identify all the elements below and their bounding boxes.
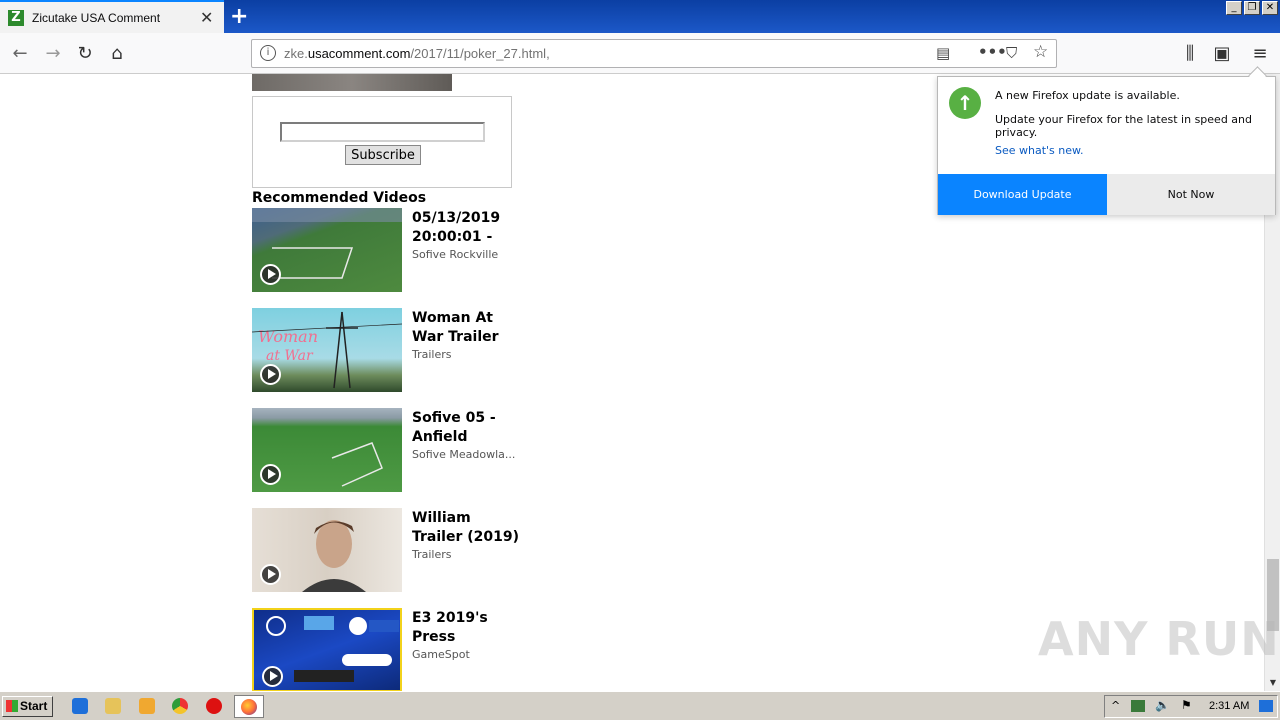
video-item[interactable]: William Trailer (2019) Trailers <box>252 508 522 592</box>
restore-icon[interactable]: ❐ <box>1244 1 1260 15</box>
play-icon <box>260 464 281 485</box>
tab-title: Zicutake USA Comment <box>32 11 161 25</box>
firefox-taskbar-button[interactable] <box>234 695 264 718</box>
nav-toolbar: ← → ↻ ⌂ i zke.usacomment.com/2017/11/pok… <box>0 33 1280 74</box>
video-item[interactable]: Sofive 05 - Anfield Sofive Meadowla... <box>252 408 522 492</box>
new-tab-icon[interactable]: + <box>230 4 248 29</box>
window-controls: _ ❐ ✕ <box>1226 1 1278 15</box>
update-title: A new Firefox update is available. <box>995 89 1180 102</box>
svg-text:at War: at War <box>266 348 314 364</box>
reload-icon[interactable]: ↻ <box>73 42 97 66</box>
video-thumbnail[interactable] <box>252 508 402 592</box>
video-title[interactable]: William Trailer (2019) <box>412 509 522 547</box>
video-channel: GameSpot <box>412 648 470 661</box>
start-label: Start <box>20 699 48 713</box>
video-item[interactable]: E3 2019's Press GameSpot <box>252 608 522 691</box>
video-thumbnail[interactable] <box>252 408 402 492</box>
system-tray: ^ 🔈 ⚑ 2:31 AM <box>1104 695 1278 718</box>
folder-icon[interactable] <box>105 698 121 714</box>
media-player-icon[interactable] <box>139 698 155 714</box>
video-item[interactable]: 05/13/2019 20:00:01 - Sofive Rockville <box>252 208 522 292</box>
url-domain: usacomment.com <box>307 46 411 61</box>
video-thumbnail[interactable] <box>252 208 402 292</box>
url-path: /2017/11/poker_27.html, <box>410 46 550 61</box>
clock[interactable]: 2:31 AM <box>1209 700 1249 712</box>
show-desktop-icon[interactable] <box>1259 700 1273 712</box>
reader-view-icon[interactable]: ▤ <box>936 44 950 62</box>
bookmark-star-icon[interactable]: ☆ <box>1033 42 1048 62</box>
taskbar: Start ^ 🔈 ⚑ 2:31 AM <box>0 691 1280 720</box>
home-icon[interactable]: ⌂ <box>105 42 129 66</box>
whats-new-link[interactable]: See what's new. <box>995 144 1084 157</box>
video-thumbnail[interactable]: Woman at War <box>252 308 402 392</box>
url-prefix: zke. <box>284 46 308 61</box>
recommended-videos-heading: Recommended Videos <box>252 190 427 206</box>
video-thumbnail[interactable] <box>252 608 402 691</box>
tab-close-icon[interactable]: ✕ <box>200 8 213 27</box>
tray-expand-icon[interactable]: ^ <box>1111 699 1120 712</box>
menu-icon[interactable]: ≡ <box>1248 42 1272 66</box>
subscribe-box: Subscribe <box>252 96 512 188</box>
play-icon <box>260 364 281 385</box>
windows-flag-icon <box>6 700 18 712</box>
url-bar[interactable]: i zke.usacomment.com/2017/11/poker_27.ht… <box>251 39 1057 68</box>
video-channel: Trailers <box>412 548 452 561</box>
tab-active[interactable]: Z Zicutake USA Comment ✕ <box>0 0 224 33</box>
subscribe-button[interactable]: Subscribe <box>345 145 421 165</box>
site-info-icon[interactable]: i <box>260 45 276 61</box>
play-icon <box>260 264 281 285</box>
video-channel: Sofive Meadowla... <box>412 448 516 461</box>
library-icon[interactable]: ⫼ <box>1178 42 1202 66</box>
top-image <box>252 74 452 91</box>
play-icon <box>262 666 283 687</box>
sidebar-icon[interactable]: ▣ <box>1210 42 1234 66</box>
update-arrow-icon: ↑ <box>949 87 981 119</box>
video-title[interactable]: 05/13/2019 20:00:01 - <box>412 209 522 247</box>
video-title[interactable]: Woman At War Trailer <box>412 309 522 347</box>
tab-strip: Z Zicutake USA Comment ✕ + _ ❐ ✕ <box>0 0 1280 33</box>
not-now-button[interactable]: Not Now <box>1107 174 1275 215</box>
page-actions-icon[interactable]: ••• <box>978 43 1007 61</box>
update-body: Update your Firefox for the latest in sp… <box>995 113 1253 139</box>
video-title[interactable]: Sofive 05 - Anfield <box>412 409 522 447</box>
network-icon[interactable] <box>1131 700 1145 712</box>
play-icon <box>260 564 281 585</box>
subscribe-input[interactable] <box>280 122 485 142</box>
video-channel: Sofive Rockville <box>412 248 499 261</box>
minimize-icon[interactable]: _ <box>1226 1 1242 15</box>
video-title[interactable]: E3 2019's Press <box>412 609 522 647</box>
opera-icon[interactable] <box>206 698 222 714</box>
chrome-icon[interactable] <box>172 698 188 714</box>
forward-icon[interactable]: → <box>41 42 65 66</box>
volume-icon[interactable]: 🔈 <box>1155 698 1170 712</box>
start-button[interactable]: Start <box>2 696 53 717</box>
tab-favicon-icon: Z <box>8 10 24 26</box>
pocket-icon[interactable]: ⛉ <box>1006 44 1017 62</box>
watermark: ANY RUN <box>1038 612 1280 666</box>
action-center-flag-icon[interactable]: ⚑ <box>1181 698 1192 712</box>
video-channel: Trailers <box>412 348 452 361</box>
firefox-icon <box>241 699 257 715</box>
download-update-button[interactable]: Download Update <box>938 174 1107 215</box>
close-window-icon[interactable]: ✕ <box>1262 1 1278 15</box>
video-item[interactable]: Woman at War Woman At War Trailer Traile… <box>252 308 522 392</box>
back-icon[interactable]: ← <box>8 42 32 66</box>
scroll-down-icon[interactable]: ▼ <box>1265 675 1280 691</box>
update-doorhanger: ↑ A new Firefox update is available. Upd… <box>937 76 1276 215</box>
url-text[interactable]: zke.usacomment.com/2017/11/poker_27.html… <box>284 46 550 61</box>
ie-icon[interactable] <box>72 698 88 714</box>
